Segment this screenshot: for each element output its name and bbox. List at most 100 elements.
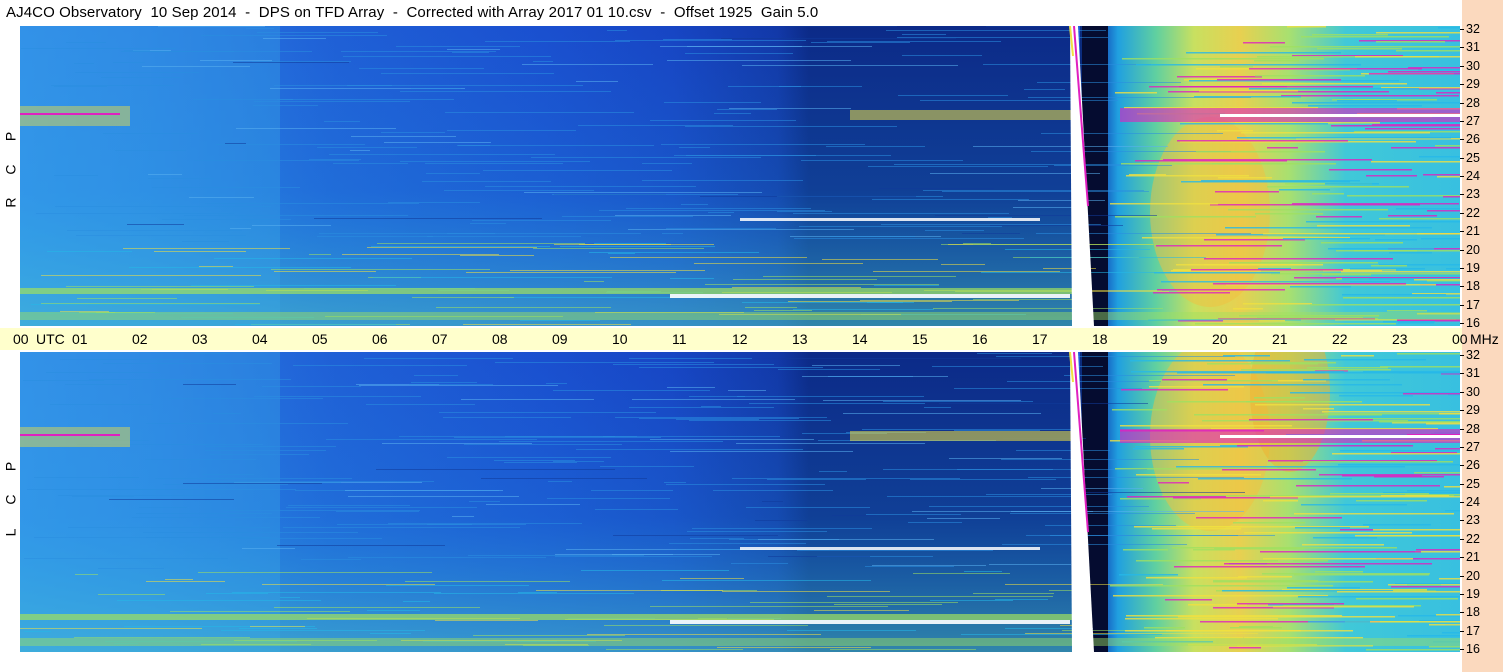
freq-tick-label: 17 xyxy=(1466,623,1480,638)
freq-tick-mark xyxy=(1460,157,1464,159)
interference-streak xyxy=(210,481,434,482)
interference-streak xyxy=(1157,289,1285,291)
interference-streak xyxy=(191,285,396,286)
interference-streak xyxy=(1136,64,1361,66)
interference-streak xyxy=(1371,265,1407,267)
utc-tick-label: 06 xyxy=(372,331,388,347)
interference-streak xyxy=(466,272,676,273)
freq-tick-mark xyxy=(1460,120,1464,122)
interference-streak xyxy=(788,301,952,302)
interference-streak xyxy=(447,130,576,131)
interference-streak xyxy=(613,535,778,536)
freq-tick-mark xyxy=(1460,286,1464,288)
interference-streak xyxy=(581,570,729,571)
mid-band-core xyxy=(740,547,1040,550)
interference-streak xyxy=(1337,591,1460,593)
early-hours-glow xyxy=(20,352,280,652)
interference-streak xyxy=(533,248,704,249)
utc-tick-label: 17 xyxy=(1032,331,1048,347)
interference-streak xyxy=(843,413,1041,414)
interference-streak xyxy=(1304,359,1426,361)
interference-streak xyxy=(348,557,546,558)
freq-tick-mark xyxy=(1460,538,1464,540)
utc-tick-label: 03 xyxy=(192,331,208,347)
interference-streak xyxy=(868,166,1048,167)
interference-streak xyxy=(872,565,986,566)
rcp-spectrogram xyxy=(20,26,1460,326)
interference-streak xyxy=(1246,401,1331,403)
interference-streak xyxy=(610,257,807,258)
interference-streak xyxy=(941,264,985,265)
interference-streak xyxy=(742,65,958,66)
interference-streak xyxy=(1279,189,1330,191)
freq-tick-label: 25 xyxy=(1466,476,1480,491)
interference-streak xyxy=(1313,537,1377,539)
interference-streak xyxy=(1254,397,1305,399)
interference-streak xyxy=(183,384,236,385)
interference-streak xyxy=(1218,177,1272,179)
interference-streak xyxy=(470,223,506,224)
freq-tick-label: 31 xyxy=(1466,40,1480,55)
interference-streak xyxy=(443,417,571,418)
interference-streak xyxy=(1133,448,1184,450)
interference-streak xyxy=(615,40,806,41)
interference-streak xyxy=(366,404,475,405)
interference-streak xyxy=(912,511,1093,512)
interference-streak xyxy=(650,439,814,440)
interference-streak xyxy=(685,126,897,127)
interference-streak xyxy=(518,592,557,593)
freq-tick-label: 26 xyxy=(1466,458,1480,473)
interference-streak xyxy=(613,364,774,365)
interference-streak xyxy=(60,311,109,312)
interference-streak xyxy=(350,150,370,151)
interference-streak xyxy=(1445,510,1460,512)
interference-streak xyxy=(89,379,291,380)
interference-streak xyxy=(75,574,98,575)
interference-streak xyxy=(221,630,425,631)
interference-streak xyxy=(728,86,801,87)
freq-tick-mark xyxy=(1460,65,1464,67)
interference-streak xyxy=(939,403,1148,404)
interference-streak xyxy=(785,358,1021,359)
interference-streak xyxy=(200,60,272,61)
interference-streak xyxy=(962,233,1020,234)
interference-streak xyxy=(594,243,666,244)
interference-streak xyxy=(1383,321,1435,323)
interference-streak xyxy=(67,230,242,231)
interference-streak xyxy=(1233,522,1305,524)
interference-streak xyxy=(1397,353,1460,355)
utc-tick-label: 21 xyxy=(1272,331,1288,347)
freq-tick-label: 21 xyxy=(1466,550,1480,565)
interference-streak xyxy=(663,39,732,40)
freq-tick-mark xyxy=(1460,29,1464,30)
utc-tick-label: 08 xyxy=(492,331,508,347)
interference-streak xyxy=(680,578,744,579)
interference-streak xyxy=(1222,469,1316,471)
interference-streak xyxy=(887,496,1074,497)
freq-tick-mark xyxy=(1460,649,1464,650)
interference-streak xyxy=(1308,621,1370,623)
freq-tick-label: 23 xyxy=(1466,187,1480,202)
interference-streak xyxy=(1396,208,1460,210)
interference-streak xyxy=(1303,461,1453,463)
interference-streak xyxy=(629,358,752,359)
interference-streak xyxy=(750,602,958,603)
freq-tick-mark xyxy=(1460,446,1464,448)
interference-streak xyxy=(206,593,268,594)
chart-title: AJ4CO Observatory 10 Sep 2014 - DPS on T… xyxy=(6,4,819,21)
interference-streak xyxy=(964,571,1002,572)
freq-tick-label: 22 xyxy=(1466,531,1480,546)
interference-streak xyxy=(486,504,580,505)
interference-streak xyxy=(75,72,199,73)
interference-streak xyxy=(1110,585,1333,587)
interference-streak xyxy=(737,396,924,397)
interference-streak xyxy=(253,105,318,106)
interference-streak xyxy=(553,390,710,391)
interference-streak xyxy=(280,597,300,598)
interference-streak xyxy=(165,579,193,580)
interference-streak xyxy=(1375,239,1417,241)
interference-streak xyxy=(690,538,744,539)
interference-streak xyxy=(434,593,634,594)
interference-streak xyxy=(768,556,870,557)
interference-streak xyxy=(236,128,396,129)
